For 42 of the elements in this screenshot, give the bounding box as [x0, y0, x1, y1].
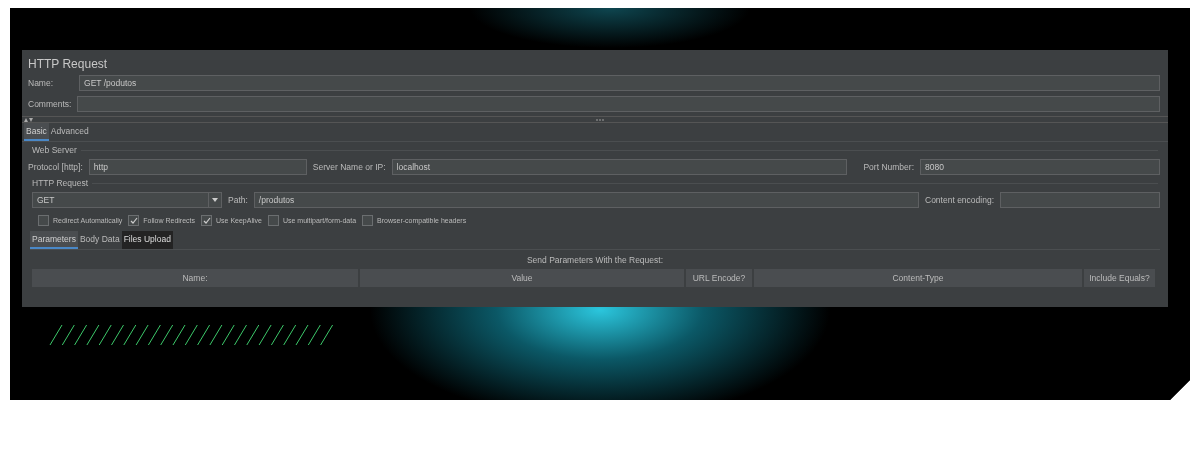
text-field[interactable]: GET /podutos — [79, 75, 1160, 91]
text-field[interactable] — [1000, 192, 1160, 208]
field-value: http — [93, 162, 108, 172]
column-header: Name: — [32, 269, 358, 287]
column-header: URL Encode? — [686, 269, 752, 287]
table-caption: Send Parameters With the Request: — [526, 255, 664, 265]
field-value: 8080 — [925, 162, 944, 172]
text-field[interactable] — [77, 96, 1160, 112]
section-title: HTTP Request — [32, 178, 89, 188]
field-value: localhost — [396, 162, 431, 172]
field-value: /produtos — [258, 195, 295, 205]
checkbox[interactable] — [362, 215, 374, 226]
field-label: Comments: — [28, 99, 72, 109]
column-header: Include Equals? — [1084, 269, 1155, 287]
column-header: Value — [360, 269, 684, 287]
panel-title: HTTP Request — [27, 56, 109, 73]
tab[interactable]: Parameters — [30, 231, 78, 249]
field-label: Protocol [http]: — [28, 162, 83, 172]
field-label: Name: — [28, 78, 54, 88]
dropdown-value: GET — [37, 195, 55, 205]
checkbox[interactable] — [38, 215, 49, 226]
field-value: GET /podutos — [84, 78, 137, 88]
checkbox[interactable] — [267, 215, 279, 226]
field-label: Port Number: — [863, 162, 914, 172]
checkbox[interactable] — [128, 215, 140, 226]
tab[interactable]: Files Upload — [121, 231, 173, 249]
text-field[interactable]: /produtos — [253, 192, 919, 208]
text-field[interactable]: localhost — [391, 159, 848, 175]
section-title: Web Server — [32, 145, 77, 155]
dropdown-caret-icon[interactable] — [208, 192, 222, 208]
text-field[interactable]: 8080 — [920, 159, 1160, 175]
field-label: Path: — [228, 195, 248, 205]
collapse-arrows-icon[interactable] — [24, 117, 33, 122]
field-label: Content encoding: — [925, 195, 994, 205]
method-dropdown[interactable]: GET — [32, 192, 208, 208]
tab[interactable]: Advanced — [48, 123, 91, 141]
field-label: Server Name or IP: — [312, 162, 386, 172]
tab[interactable]: Basic — [24, 123, 49, 141]
tab[interactable]: Body Data — [77, 231, 122, 249]
checkbox[interactable] — [201, 215, 212, 226]
text-field[interactable]: http — [88, 159, 307, 175]
column-header: Content-Type — [754, 269, 1082, 287]
